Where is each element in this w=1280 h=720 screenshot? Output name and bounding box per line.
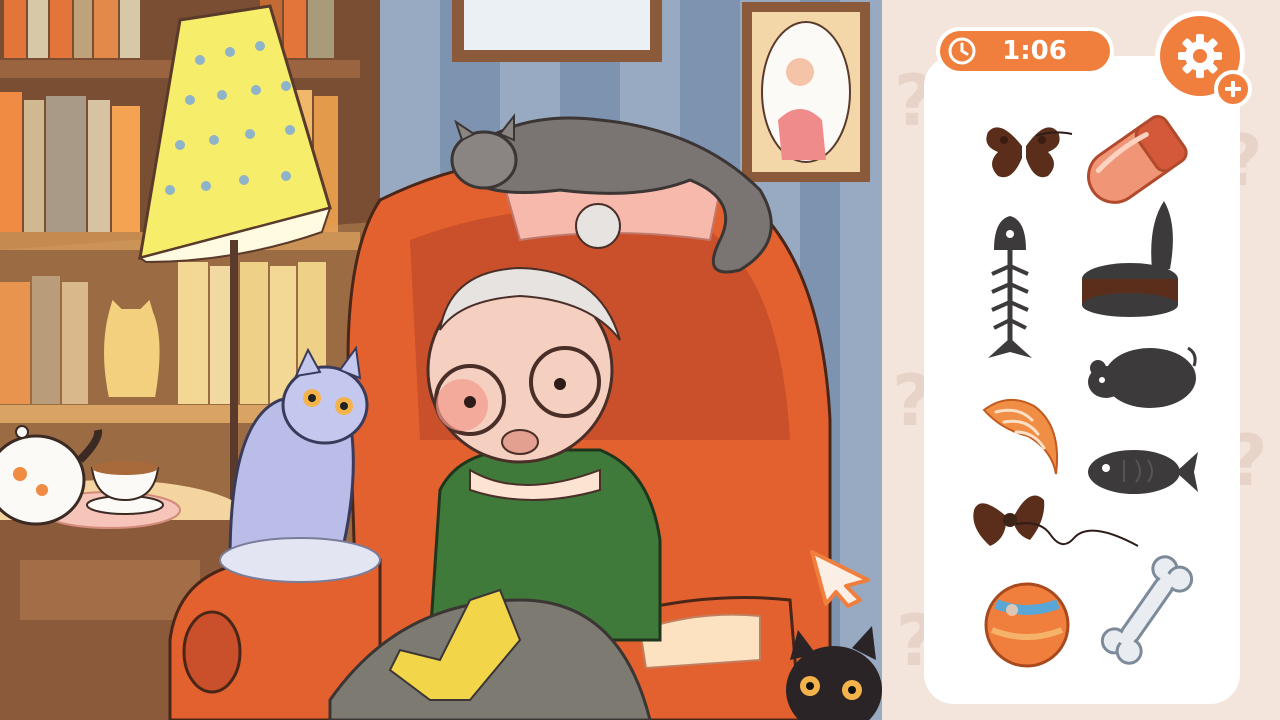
timer: 1:06: [940, 31, 1110, 71]
item-fish-bone-icon[interactable]: [980, 210, 1040, 365]
teacup: [86, 461, 164, 515]
game-scene[interactable]: [0, 0, 882, 720]
timer-value: 1:06: [1002, 36, 1067, 66]
plus-icon: [1225, 81, 1241, 97]
item-bow-on-string-icon[interactable]: [970, 480, 1145, 558]
gear-icon: [1178, 34, 1222, 78]
item-bone-icon[interactable]: [1100, 550, 1195, 670]
item-ball-icon[interactable]: [982, 580, 1072, 670]
item-open-tin-can-icon[interactable]: [1078, 195, 1183, 320]
item-fish-fillet-icon[interactable]: [978, 390, 1068, 485]
item-butterfly-icon[interactable]: [980, 112, 1080, 192]
item-mouse-icon[interactable]: [1084, 340, 1199, 415]
clock-icon: [948, 37, 976, 65]
picture-frame: [452, 0, 662, 62]
portrait-frame: [742, 2, 870, 182]
add-hint-button[interactable]: [1214, 70, 1252, 108]
